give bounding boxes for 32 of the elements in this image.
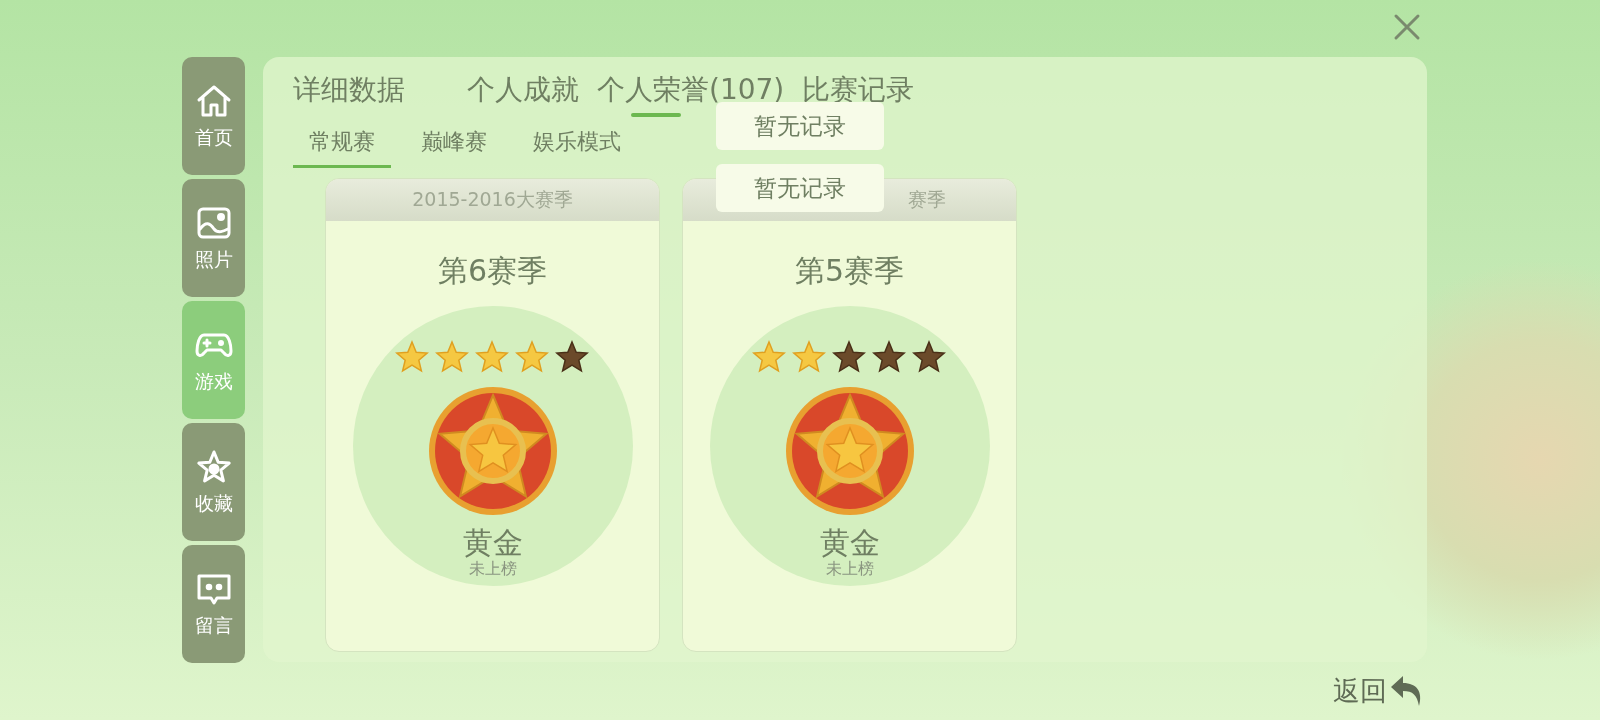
season-years: 赛季 (908, 187, 946, 212)
star-icon (751, 340, 786, 374)
season-title: 第6赛季 (436, 252, 549, 290)
sidebar-item[interactable]: 游戏 (182, 301, 245, 419)
rank-status: 未上榜 (468, 559, 517, 580)
star-icon (554, 340, 589, 374)
season-years: 2015-2016大赛季 (412, 187, 573, 212)
rank-name: 黄金 (462, 526, 523, 559)
sidebar-item[interactable]: 首页 (182, 57, 245, 175)
star-icon (791, 340, 826, 374)
tab[interactable]: 详细数据 (293, 71, 405, 121)
empty-record-toast: 暂无记录 (716, 164, 884, 212)
back-button[interactable]: 返回 (1333, 673, 1425, 709)
star-icon (514, 340, 549, 374)
rank-status: 未上榜 (825, 559, 874, 580)
star-icon (474, 340, 509, 374)
tab[interactable]: 个人成就 (467, 71, 579, 121)
empty-record-toast: 暂无记录 (716, 102, 884, 150)
close-icon[interactable] (1393, 13, 1421, 41)
subtab[interactable]: 娱乐模式 (517, 123, 637, 168)
star-icon (871, 340, 906, 374)
season-title: 第5赛季 (793, 252, 906, 290)
sidebar-item[interactable]: 留言 (182, 545, 245, 663)
star-icon (831, 340, 866, 374)
rank-name: 黄金 (819, 526, 880, 559)
sidebar-item[interactable]: 收藏 (182, 423, 245, 541)
sidebar-item[interactable]: 照片 (182, 179, 245, 297)
star-icon (394, 340, 429, 374)
star-icon (434, 340, 469, 374)
star-icon (911, 340, 946, 374)
subtab[interactable]: 常规赛 (293, 123, 391, 168)
subtab[interactable]: 巅峰赛 (405, 123, 503, 168)
